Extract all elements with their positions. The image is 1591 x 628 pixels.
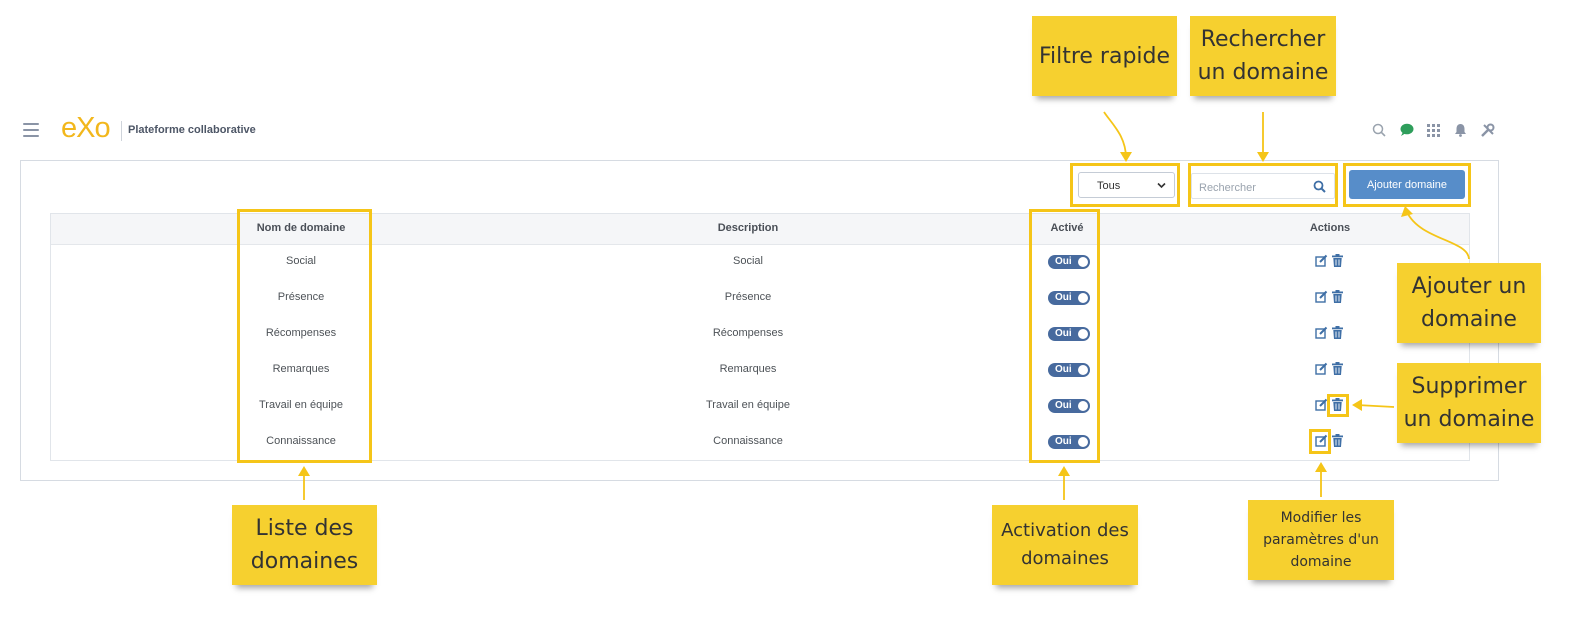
note-add-domain: Ajouter un domaine — [1397, 263, 1541, 343]
note-activation: Activation des domaines — [992, 505, 1138, 585]
note-search-domain: Rechercher un domaine — [1190, 16, 1336, 96]
note-delete-domain: Supprimer un domaine — [1397, 363, 1541, 443]
note-quick-filter: Filtre rapide — [1032, 16, 1177, 96]
note-edit-domain: Modifier les paramètres d'un domaine — [1248, 500, 1394, 580]
note-domain-list: Liste des domaines — [232, 505, 377, 585]
